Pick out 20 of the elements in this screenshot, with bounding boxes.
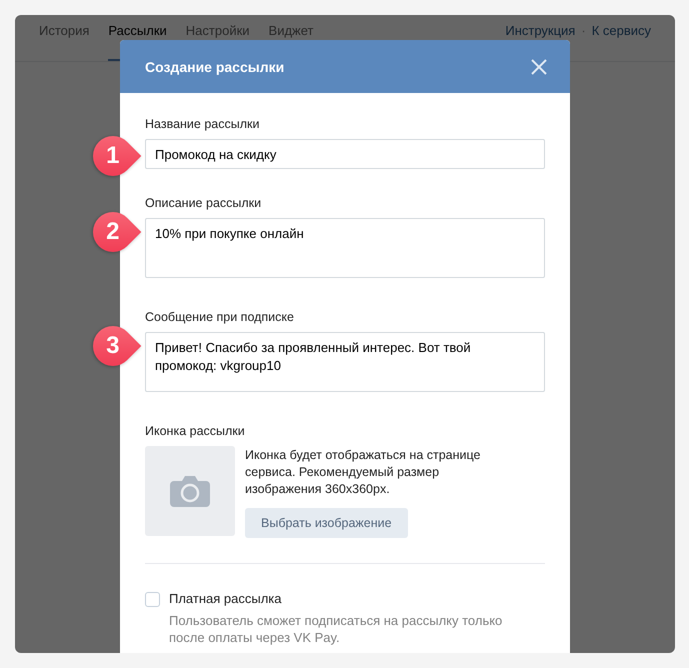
text-area[interactable]: 10% при покупке онлайн bbox=[145, 218, 545, 278]
service-link[interactable]: К сервису bbox=[592, 23, 651, 38]
text-area[interactable]: Привет! Спасибо за проявленный интерес. Вот твой промокод: vkgroup10 bbox=[145, 332, 545, 392]
paid-description: Пользователь сможет подписаться на рассылку только после оплаты через VK Pay. bbox=[169, 612, 504, 646]
icon-hint: Иконка будет отображаться на странице сервиса. Рекомендуемый размер изображения 360x360px. bbox=[245, 447, 482, 498]
checkbox-label: Платная рассылка bbox=[169, 591, 282, 606]
choose-image-button[interactable]: Выбрать изображение bbox=[245, 508, 408, 538]
close-icon[interactable] bbox=[531, 58, 547, 74]
section-label: Иконка рассылки bbox=[145, 424, 246, 438]
field-label: Описание рассылки bbox=[145, 196, 262, 210]
field-label: Сообщение при подписке bbox=[145, 310, 295, 324]
tab[interactable]: История bbox=[39, 23, 90, 61]
modal-title: Создание рассылки bbox=[145, 58, 284, 74]
instructions-link[interactable]: Инструкция bbox=[505, 23, 576, 38]
name-input[interactable]: Промокод на скидку bbox=[145, 139, 545, 169]
checkbox[interactable] bbox=[145, 592, 160, 607]
separator-dot: · bbox=[581, 23, 586, 38]
image-placeholder[interactable] bbox=[145, 446, 235, 536]
camera-icon bbox=[170, 475, 210, 507]
field-label: Название рассылки bbox=[145, 117, 260, 131]
